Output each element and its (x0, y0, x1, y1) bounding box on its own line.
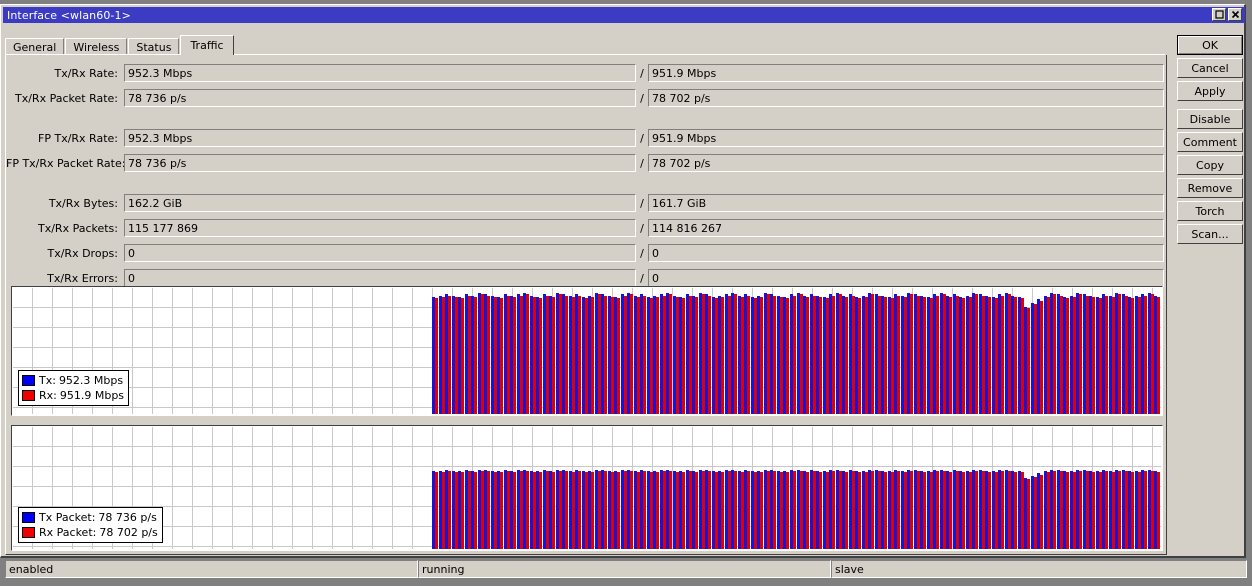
legend-row-tx-packet: Tx Packet: 78 736 p/s (22, 510, 158, 525)
titlebar-button-group (1212, 8, 1242, 21)
rx-value-field[interactable]: 78 702 p/s (648, 154, 1164, 172)
rx-bar (1157, 472, 1161, 549)
tx-value-field[interactable]: 0 (124, 244, 636, 262)
tab-traffic-label: Traffic (190, 39, 224, 52)
scan-button[interactable]: Scan... (1177, 224, 1243, 244)
field-label: Tx/Rx Packet Rate: (15, 91, 118, 105)
rx-legend-value: 951.9 Mbps (59, 389, 125, 402)
status-enabled: enabled (5, 560, 418, 578)
field-separator: / (640, 156, 644, 170)
maximize-button[interactable] (1212, 8, 1226, 21)
tx-color-swatch (22, 375, 35, 386)
rate-chart-bars (13, 288, 1161, 414)
field-label: FP Tx/Rx Rate: (38, 131, 118, 145)
copy-button[interactable]: Copy (1177, 155, 1243, 175)
rx-packet-legend-label: Rx Packet: (39, 526, 97, 539)
interface-window: Interface <wlan60-1> General Wireless St… (0, 4, 1247, 578)
field-label: FP Tx/Rx Packet Rate: (6, 156, 126, 170)
form-row: Tx/Rx Errors: 0 / 0 (6, 268, 1164, 288)
field-label: Tx/Rx Rate: (54, 66, 118, 80)
field-separator: / (640, 271, 644, 285)
tab-traffic[interactable]: Traffic (180, 35, 234, 55)
tab-bar: General Wireless Status Traffic (5, 35, 235, 55)
disable-button[interactable]: Disable (1177, 109, 1243, 129)
tx-packet-legend-label: Tx Packet: (39, 511, 96, 524)
traffic-packet-rate-chart[interactable]: Tx Packet: 78 736 p/s Rx Packet: 78 702 … (11, 425, 1163, 551)
rx-value-field[interactable]: 0 (648, 269, 1164, 287)
tx-value-field[interactable]: 952.3 Mbps (124, 129, 636, 147)
rx-value-field[interactable]: 951.9 Mbps (648, 64, 1164, 82)
status-bar: enabled running slave (5, 560, 1247, 580)
tx-value-field[interactable]: 0 (124, 269, 636, 287)
rx-value-field[interactable]: 951.9 Mbps (648, 129, 1164, 147)
rx-bar (1157, 297, 1161, 414)
remove-button[interactable]: Remove (1177, 178, 1243, 198)
form-row: FP Tx/Rx Rate: 952.3 Mbps / 951.9 Mbps (6, 128, 1164, 148)
tx-packet-legend-value: 78 736 p/s (98, 511, 157, 524)
field-separator: / (640, 246, 644, 260)
window-title: Interface <wlan60-1> (7, 8, 131, 22)
window-titlebar[interactable]: Interface <wlan60-1> (3, 7, 1245, 23)
rx-color-swatch (22, 390, 35, 401)
comment-button[interactable]: Comment (1177, 132, 1243, 152)
field-separator: / (640, 66, 644, 80)
torch-button[interactable]: Torch (1177, 201, 1243, 221)
legend-row-rx-packet: Rx Packet: 78 702 p/s (22, 525, 158, 540)
field-label: Tx/Rx Errors: (47, 271, 118, 285)
form-row: Tx/Rx Rate: 952.3 Mbps / 951.9 Mbps (6, 63, 1164, 83)
tx-value-field[interactable]: 115 177 869 (124, 219, 636, 237)
tab-status[interactable]: Status (128, 38, 180, 55)
rx-packet-color-swatch (22, 527, 35, 538)
field-label: Tx/Rx Drops: (47, 246, 119, 260)
field-separator: / (640, 131, 644, 145)
tab-wireless-label: Wireless (73, 40, 120, 54)
action-button-column: OK Cancel Apply Disable Comment Copy Remove Tor… (1177, 35, 1243, 247)
packet-chart-bars (13, 427, 1161, 549)
rx-value-field[interactable]: 78 702 p/s (648, 89, 1164, 107)
tab-general[interactable]: General (5, 38, 65, 55)
tx-value-field[interactable]: 162.2 GiB (124, 194, 636, 212)
form-row: Tx/Rx Bytes: 162.2 GiB / 161.7 GiB (6, 193, 1164, 213)
legend-row-tx: Tx: 952.3 Mbps (22, 373, 124, 388)
form-row: Tx/Rx Packets: 115 177 869 / 114 816 267 (6, 218, 1164, 238)
tx-value-field[interactable]: 78 736 p/s (124, 89, 636, 107)
tab-general-label: General (13, 40, 57, 54)
field-label: Tx/Rx Bytes: (48, 196, 118, 210)
legend-row-rx: Rx: 951.9 Mbps (22, 388, 124, 403)
traffic-panel: Tx/Rx Rate: 952.3 Mbps / 951.9 Mbps Tx/Rx Pa… (5, 55, 1167, 555)
cancel-button[interactable]: Cancel (1177, 58, 1243, 78)
form-row: Tx/Rx Packet Rate: 78 736 p/s / 78 702 p/s (6, 88, 1164, 108)
rx-legend-label: Rx: (39, 389, 57, 402)
traffic-rate-chart[interactable]: Tx: 952.3 Mbps Rx: 951.9 Mbps (11, 286, 1163, 416)
tx-packet-color-swatch (22, 512, 35, 523)
tx-value-field[interactable]: 952.3 Mbps (124, 64, 636, 82)
field-separator: / (640, 196, 644, 210)
field-separator: / (640, 91, 644, 105)
tab-status-label: Status (136, 40, 172, 54)
tx-legend-label: Tx: (39, 374, 56, 387)
status-slave: slave (831, 560, 1247, 578)
ok-button[interactable]: OK (1177, 35, 1243, 55)
tx-value-field[interactable]: 78 736 p/s (124, 154, 636, 172)
ok-button-label: OK (1178, 36, 1242, 54)
form-row: Tx/Rx Drops: 0 / 0 (6, 243, 1164, 263)
close-button[interactable] (1228, 8, 1242, 21)
tab-wireless[interactable]: Wireless (65, 38, 128, 55)
status-running: running (418, 560, 831, 578)
field-label: Tx/Rx Packets: (37, 221, 118, 235)
rate-chart-legend: Tx: 952.3 Mbps Rx: 951.9 Mbps (18, 370, 130, 406)
rx-value-field[interactable]: 0 (648, 244, 1164, 262)
apply-button[interactable]: Apply (1177, 81, 1243, 101)
tx-legend-value: 952.3 Mbps (58, 374, 124, 387)
rx-value-field[interactable]: 114 816 267 (648, 219, 1164, 237)
rx-packet-legend-value: 78 702 p/s (99, 526, 158, 539)
rx-value-field[interactable]: 161.7 GiB (648, 194, 1164, 212)
field-separator: / (640, 221, 644, 235)
packet-chart-legend: Tx Packet: 78 736 p/s Rx Packet: 78 702 … (18, 507, 163, 543)
form-row: FP Tx/Rx Packet Rate: 78 736 p/s / 78 702 p… (6, 153, 1164, 173)
